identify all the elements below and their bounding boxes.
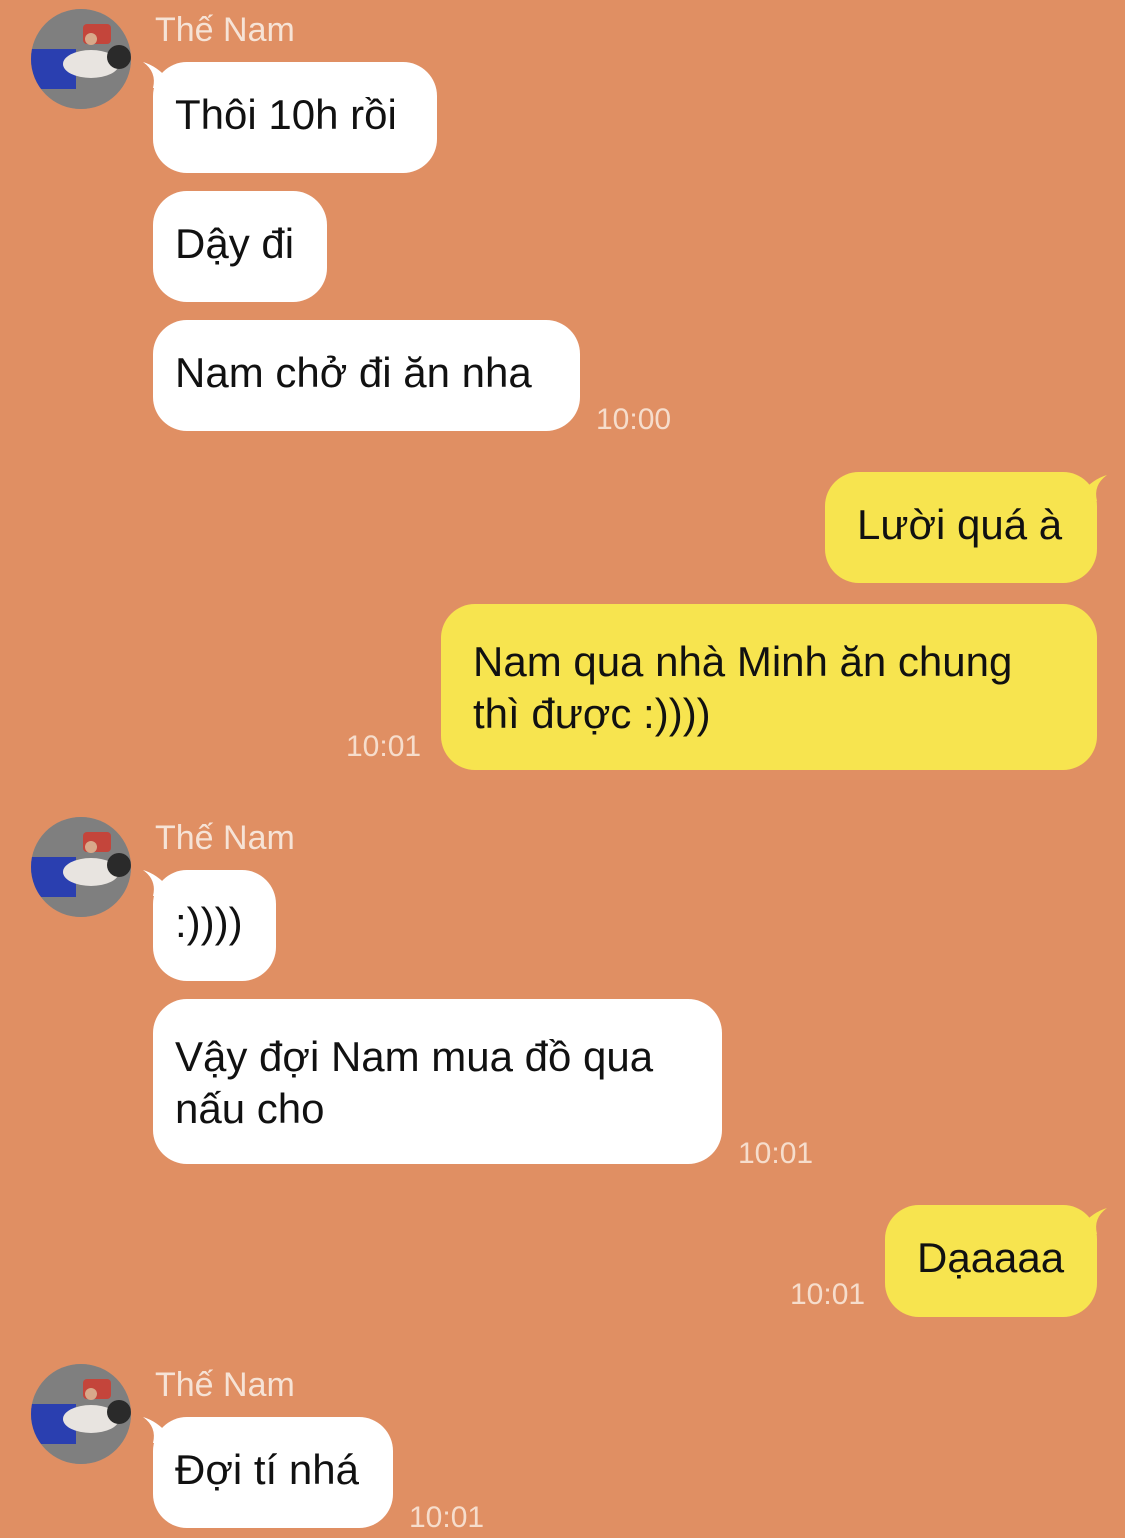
- message-text: :)))): [175, 899, 243, 946]
- message-text: Lười quá à: [857, 501, 1063, 548]
- message-bubble-incoming[interactable]: :)))): [153, 870, 276, 981]
- message-bubble-outgoing[interactable]: Lười quá à: [825, 472, 1097, 583]
- message-timestamp: 10:01: [346, 730, 422, 763]
- message-timestamp: 10:01: [790, 1278, 866, 1311]
- message-text-line: Nam qua nhà Minh ăn chung: [473, 638, 1013, 685]
- contact-avatar[interactable]: [31, 1364, 131, 1464]
- message-timestamp: 10:00: [596, 403, 672, 436]
- message-text: Dạaaaa: [917, 1234, 1065, 1281]
- message-text-line: thì được :)))): [473, 690, 711, 737]
- message-text: Thôi 10h rồi: [175, 91, 397, 138]
- contact-avatar[interactable]: [31, 9, 131, 109]
- message-text-line: Vậy đợi Nam mua đồ qua: [175, 1033, 654, 1080]
- message-text: Đợi tí nhá: [175, 1446, 359, 1493]
- message-text: Dậy đi: [175, 220, 295, 267]
- message-bubble-incoming[interactable]: Vậy đợi Nam mua đồ qua nấu cho: [153, 999, 722, 1164]
- message-bubble-incoming[interactable]: Đợi tí nhá: [153, 1417, 393, 1528]
- avatar-photo-icon: [31, 9, 131, 109]
- sender-name: Thế Nam: [155, 819, 295, 857]
- message-timestamp: 10:01: [738, 1137, 814, 1170]
- message-text-line: nấu cho: [175, 1085, 325, 1132]
- contact-avatar[interactable]: [31, 817, 131, 917]
- message-bubble-incoming[interactable]: Dậy đi: [153, 191, 327, 302]
- message-bubble-outgoing[interactable]: Nam qua nhà Minh ăn chung thì được :)))): [441, 604, 1097, 770]
- avatar-photo-icon: [31, 1364, 131, 1464]
- message-bubble-incoming[interactable]: Thôi 10h rồi: [153, 62, 437, 173]
- message-bubble-incoming[interactable]: Nam chở đi ăn nha: [153, 320, 580, 431]
- avatar-photo-icon: [31, 817, 131, 917]
- sender-name: Thế Nam: [155, 1366, 295, 1404]
- message-text: Nam chở đi ăn nha: [175, 349, 532, 396]
- message-bubble-outgoing[interactable]: Dạaaaa: [885, 1205, 1097, 1317]
- message-timestamp: 10:01: [409, 1501, 485, 1534]
- sender-name: Thế Nam: [155, 11, 295, 49]
